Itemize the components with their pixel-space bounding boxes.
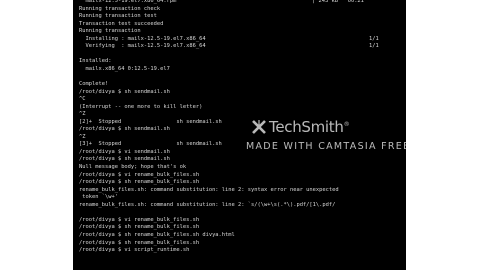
- terminal-line-right-text: 1/1: [369, 35, 379, 42]
- terminal-line: /root/divya $ sh rename_bulk_files.sh di…: [79, 232, 406, 240]
- watermark-tagline: MADE WITH CAMTASIA FREE TRIAL: [246, 141, 406, 152]
- terminal-line-text: /root/divya $ vi script_runtime.sh: [79, 247, 190, 254]
- terminal-line: Complete!: [79, 81, 406, 89]
- terminal-line: Installed:: [79, 58, 406, 66]
- terminal-line: /root/divya $ sh rename_bulk_files.sh: [79, 224, 406, 232]
- terminal-line: Null message body; hope that's ok: [79, 164, 406, 172]
- terminal-line: /root/divya $ vi rename_bulk_files.sh: [79, 217, 406, 225]
- terminal-line: Verifying : mailx-12.5-19.el7.x86_64 1/1: [79, 43, 406, 51]
- terminal-line: Installing : mailx-12.5-19.el7.x86_64 1/1: [79, 36, 406, 44]
- terminal-line-text: ^Z: [79, 133, 86, 140]
- terminal-line-text: /root/divya $ vi rename_bulk_files.sh: [79, 171, 200, 178]
- terminal-line-text: rename_bulk_files.sh: command substituti…: [79, 186, 339, 193]
- terminal-line-text: /root/divya $ sh sendmail.sh: [79, 88, 170, 95]
- terminal-line-text: /root/divya $ sh sendmail.sh: [79, 156, 170, 163]
- terminal-line-text: /root/divya $ sh rename_bulk_files.sh di…: [79, 231, 235, 238]
- terminal-line-text: Transaction test succeeded: [79, 20, 164, 27]
- terminal-line: /root/divya $ sh rename_bulk_files.sh: [79, 240, 406, 248]
- terminal-line: Running transaction test: [79, 13, 406, 21]
- terminal-line-text: (Interrupt -- one more to kill letter): [79, 103, 203, 110]
- terminal-line: /root/divya $ sh sendmail.sh: [79, 89, 406, 97]
- terminal-line-text: /root/divya $ sh rename_bulk_files.sh: [79, 179, 200, 186]
- terminal-line: mailx.x86_64 0:12.5-19.el7: [79, 66, 406, 74]
- terminal-line-text: [2]+ Stopped sh sendmail.sh: [79, 118, 222, 125]
- terminal-line: /root/divya $ sh rename_bulk_files.sh: [79, 179, 406, 187]
- terminal-line-right-text: 1/1: [369, 43, 379, 50]
- terminal-line: /root/divya $ vi script_runtime.sh: [79, 247, 406, 255]
- terminal-line-text: ^Z: [79, 111, 86, 118]
- terminal-line-text: Verifying : mailx-12.5-19.el7.x86_64: [79, 43, 206, 50]
- terminal-line-text: /root/divya $ sh rename_bulk_files.sh: [79, 224, 200, 231]
- terminal-line-text: Complete!: [79, 81, 109, 88]
- terminal-line: (Interrupt -- one more to kill letter): [79, 104, 406, 112]
- terminal-line-text: [3]+ Stopped sh sendmail.sh: [79, 141, 222, 148]
- terminal-line-text: mailx.x86_64 0:12.5-19.el7: [79, 65, 170, 72]
- techsmith-logo-icon: [252, 120, 266, 134]
- terminal-line: ^C: [79, 96, 406, 104]
- terminal-line: Running transaction: [79, 28, 406, 36]
- watermark-brand: TechSmith®: [269, 118, 350, 136]
- terminal-line-text: ^C: [79, 96, 86, 103]
- terminal-line-text: Null message body; hope that's ok: [79, 164, 187, 171]
- terminal-line-text: /root/divya $ vi rename_bulk_files.sh: [79, 216, 200, 223]
- terminal-line: token `\w+': [79, 194, 406, 202]
- terminal-line-text: Installing : mailx-12.5-19.el7.x86_64: [79, 35, 206, 42]
- terminal-window[interactable]: mailx-12.5-19.el7.x86_64.rpm | 243 kB 00:…: [73, 0, 406, 270]
- terminal-line-text: rename_bulk_files.sh: command substituti…: [79, 201, 336, 208]
- terminal-line-text: /root/divya $ sh rename_bulk_files.sh: [79, 239, 200, 246]
- terminal-line-text: Running transaction: [79, 28, 141, 35]
- terminal-line: Transaction test succeeded: [79, 21, 406, 29]
- terminal-line-text: token `\w+': [79, 194, 118, 201]
- terminal-line: Running transaction check: [79, 6, 406, 14]
- terminal-line-text: Running transaction check: [79, 5, 161, 12]
- camtasia-watermark: TechSmith® MADE WITH CAMTASIA FREE TRIAL: [243, 118, 406, 158]
- terminal-line-text: /root/divya $ vi sendmail.sh: [79, 148, 170, 155]
- terminal-line-text: Running transaction test: [79, 13, 157, 20]
- terminal-line-text: Installed:: [79, 58, 112, 65]
- terminal-line: /root/divya $ vi rename_bulk_files.sh: [79, 172, 406, 180]
- terminal-line-text: /root/divya $ sh sendmail.sh: [79, 126, 170, 133]
- terminal-line: rename_bulk_files.sh: command substituti…: [79, 187, 406, 195]
- terminal-line: rename_bulk_files.sh: command substituti…: [79, 202, 406, 210]
